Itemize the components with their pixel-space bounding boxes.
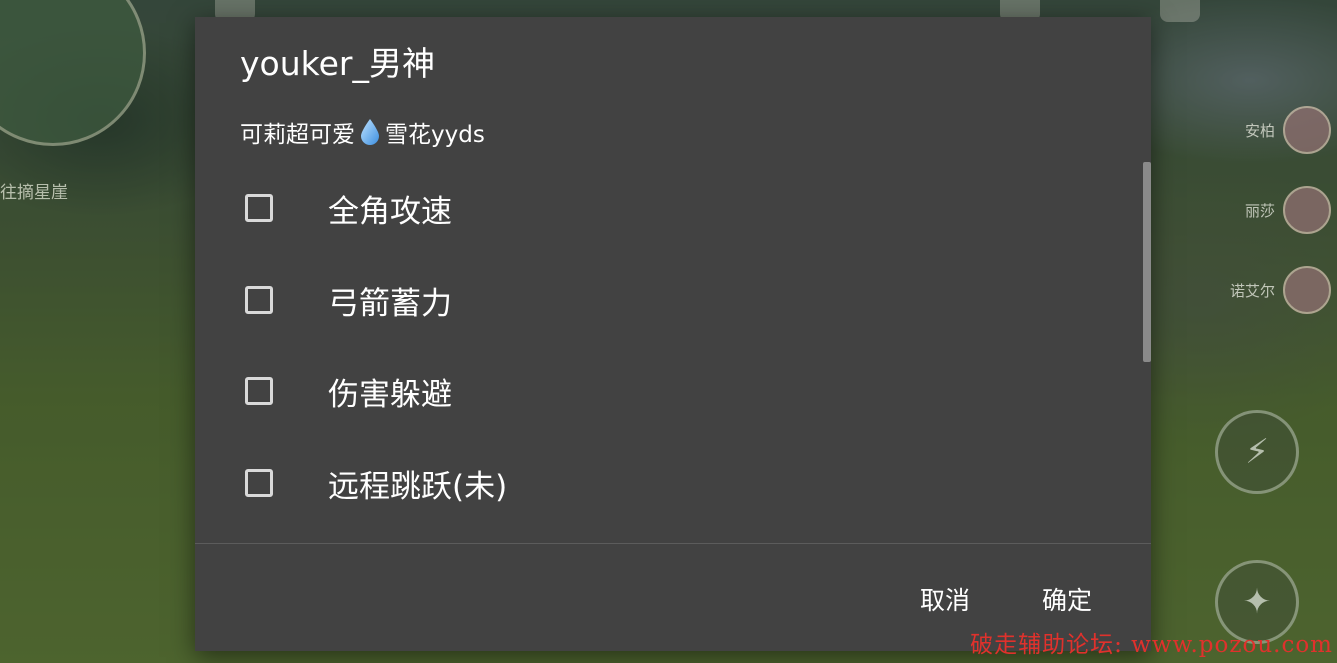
divider — [195, 543, 1151, 544]
scrollbar[interactable] — [1143, 162, 1151, 362]
cheat-options-dialog: youker_男神 可莉超可爱 雪花yyds 全角攻速 弓箭蓄力 伤害躲避 远程… — [195, 17, 1151, 651]
checkbox[interactable] — [245, 286, 273, 314]
checkbox[interactable] — [245, 469, 273, 497]
option-row[interactable]: 全角攻速 — [245, 178, 1125, 238]
option-row[interactable]: 伤害躲避 — [245, 361, 1125, 421]
subtitle-text-after: 雪花yyds — [385, 122, 485, 148]
checkbox[interactable] — [245, 194, 273, 222]
party-member-name: 安柏 — [1244, 121, 1275, 140]
party-member[interactable]: 安柏 — [1197, 90, 1337, 170]
option-row[interactable]: 弓箭蓄力 — [245, 270, 1125, 330]
avatar — [1283, 106, 1331, 154]
party-member[interactable]: 丽莎 — [1197, 170, 1337, 250]
water-drop-icon — [361, 119, 379, 145]
elemental-skill-button[interactable]: ⚡ — [1215, 410, 1299, 494]
dialog-title: youker_男神 — [240, 44, 435, 83]
party-member-name: 丽莎 — [1244, 201, 1275, 220]
map-location-label: 往摘星崖 — [0, 183, 68, 203]
watermark: 破走辅助论坛: www.pozou.com — [970, 632, 1333, 658]
top-menu-icon[interactable] — [1160, 0, 1200, 22]
cancel-button[interactable]: 取消 — [914, 577, 976, 621]
option-row[interactable]: 远程跳跃(未) — [245, 453, 1125, 513]
checkbox[interactable] — [245, 377, 273, 405]
avatar — [1283, 186, 1331, 234]
party-list: 安柏 丽莎 诺艾尔 — [1197, 90, 1337, 330]
dialog-subtitle: 可莉超可爱 雪花yyds — [240, 115, 485, 149]
option-label: 伤害躲避 — [328, 376, 452, 413]
option-label: 弓箭蓄力 — [328, 285, 452, 322]
option-label: 全角攻速 — [328, 193, 452, 230]
option-label: 远程跳跃(未) — [328, 468, 508, 505]
avatar — [1283, 266, 1331, 314]
confirm-button[interactable]: 确定 — [1036, 577, 1098, 621]
subtitle-text-before: 可莉超可爱 — [240, 122, 355, 148]
party-member-name: 诺艾尔 — [1229, 281, 1275, 300]
party-member[interactable]: 诺艾尔 — [1197, 250, 1337, 330]
